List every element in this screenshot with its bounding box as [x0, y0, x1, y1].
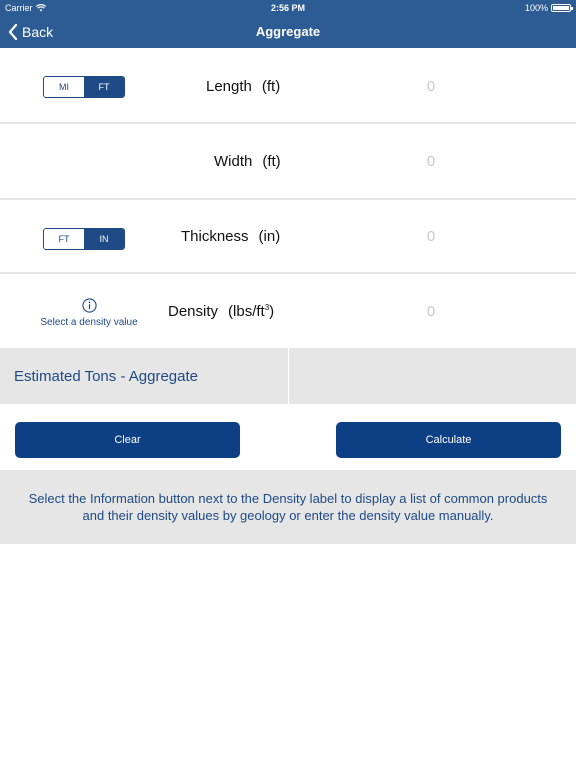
length-input[interactable]: 0	[400, 78, 462, 95]
battery-group: 100%	[524, 3, 573, 13]
result-label: Estimated Tons - Aggregate	[14, 368, 198, 385]
toggle-ft[interactable]: FT	[84, 77, 124, 97]
calculate-button[interactable]: Calculate	[336, 422, 561, 458]
length-label-text: Length	[206, 78, 252, 95]
thickness-row: FT IN Thickness (in) 0	[0, 200, 576, 274]
thickness-input[interactable]: 0	[400, 228, 462, 245]
density-label-text: Density	[168, 303, 219, 320]
width-input[interactable]: 0	[400, 153, 462, 170]
toggle-mi[interactable]: MI	[44, 77, 84, 97]
density-info-button[interactable]: Select a density value	[20, 298, 158, 328]
length-unit: (ft)	[261, 78, 281, 95]
battery-percent: 100%	[524, 3, 548, 13]
density-unit: (lbs/ft3)	[228, 303, 274, 320]
help-panel: Select the Information button next to th…	[0, 470, 576, 544]
clear-button[interactable]: Clear	[15, 422, 240, 458]
help-text: Select the Information button next to th…	[0, 490, 576, 524]
width-row: Width (ft) 0	[0, 124, 576, 200]
status-bar: Carrier 2:56 PM 100%	[0, 0, 576, 16]
info-icon[interactable]	[81, 298, 97, 313]
page-title: Aggregate	[255, 24, 321, 39]
density-unit-close: )	[269, 303, 275, 320]
battery-icon	[551, 4, 573, 12]
nav-bar: Carrier 2:56 PM 100% Back Aggregate	[0, 0, 576, 48]
density-info-label[interactable]: Select a density value	[20, 317, 158, 328]
status-time: 2:56 PM	[270, 3, 305, 13]
thickness-unit: (in)	[258, 228, 281, 245]
result-band: Estimated Tons - Aggregate	[0, 348, 576, 404]
toggle-in[interactable]: IN	[84, 229, 124, 249]
density-unit-open: (lbs/ft	[228, 303, 265, 320]
thickness-unit-toggle[interactable]: FT IN	[43, 228, 125, 250]
width-label: Width (ft)	[214, 153, 281, 170]
result-divider	[288, 348, 289, 404]
length-label: Length (ft)	[206, 78, 280, 95]
width-label-text: Width	[214, 153, 253, 170]
density-input[interactable]: 0	[400, 303, 462, 320]
density-label: Density (lbs/ft3)	[168, 303, 274, 320]
length-unit-toggle[interactable]: MI FT	[43, 76, 125, 98]
width-unit: (ft)	[262, 153, 281, 170]
length-row: MI FT Length (ft) 0	[0, 48, 576, 124]
toggle-ft[interactable]: FT	[44, 229, 84, 249]
thickness-label: Thickness (in)	[181, 228, 280, 245]
thickness-label-text: Thickness	[181, 228, 249, 245]
help-line-2: and their density values by geology or e…	[82, 508, 494, 523]
help-line-1: Select the Information button next to th…	[28, 491, 548, 506]
